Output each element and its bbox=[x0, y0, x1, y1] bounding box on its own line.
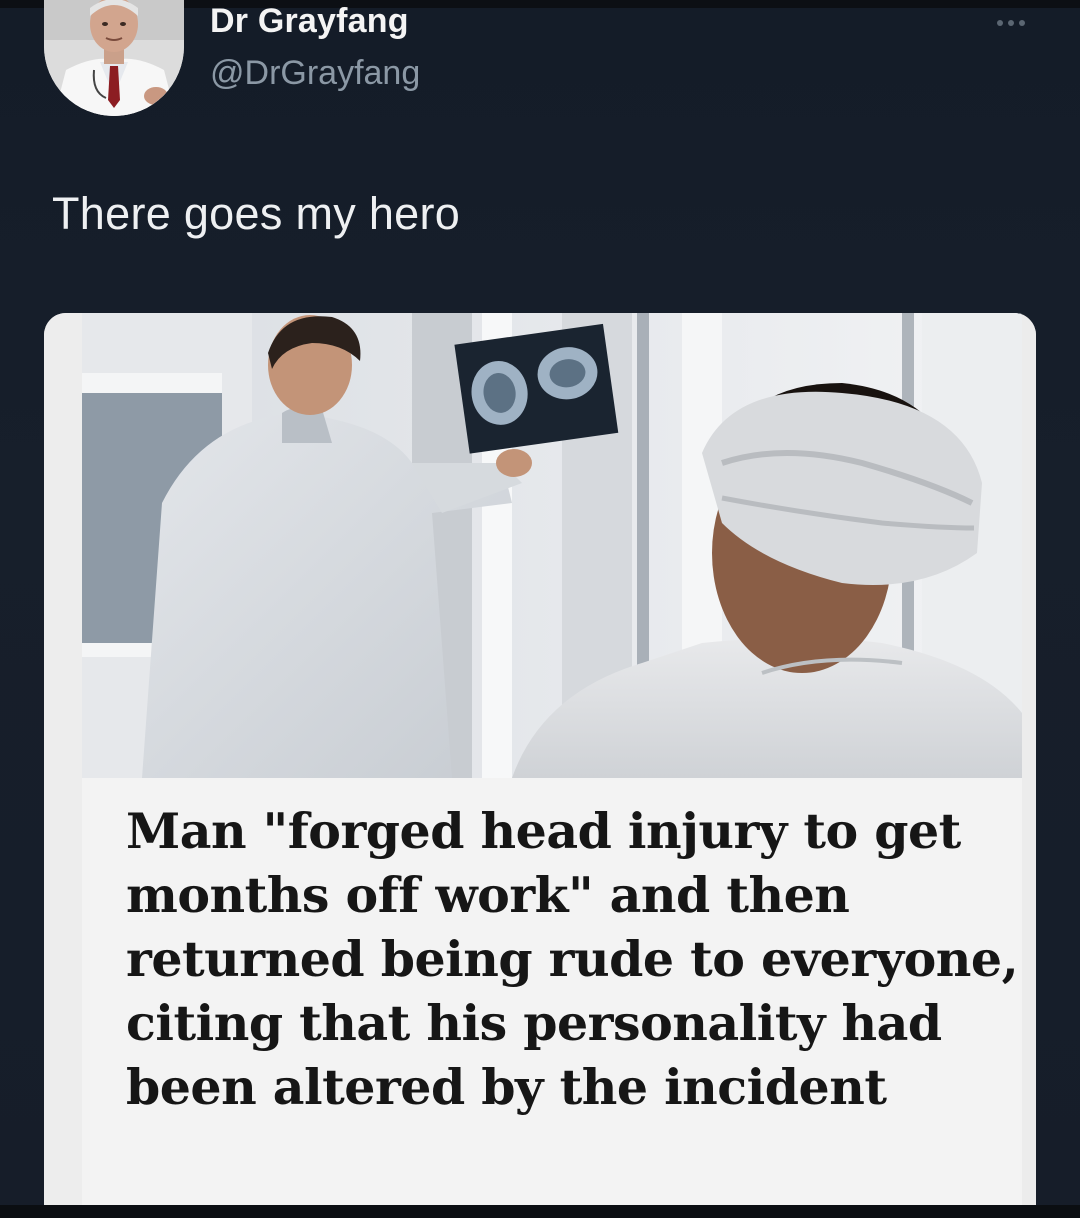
dot bbox=[997, 20, 1003, 26]
handle[interactable]: @DrGrayfang bbox=[210, 54, 420, 93]
card-headline: Man "forged head injury to get months of… bbox=[126, 802, 1019, 1116]
tweet-text: There goes my hero bbox=[52, 188, 461, 239]
more-options-icon[interactable] bbox=[986, 8, 1036, 38]
dot bbox=[1008, 20, 1014, 26]
card-margin bbox=[44, 313, 82, 1218]
tweet-screen: Dr Grayfang @DrGrayfang There goes my he… bbox=[0, 0, 1080, 1218]
avatar-image bbox=[44, 0, 184, 116]
media-card[interactable]: Man "forged head injury to get months of… bbox=[44, 313, 1036, 1218]
dot bbox=[1019, 20, 1025, 26]
display-name[interactable]: Dr Grayfang bbox=[210, 2, 409, 41]
bottom-edge bbox=[0, 1205, 1080, 1218]
xray-photo bbox=[82, 313, 1022, 778]
avatar[interactable] bbox=[44, 0, 184, 116]
card-photo[interactable] bbox=[82, 313, 1022, 778]
